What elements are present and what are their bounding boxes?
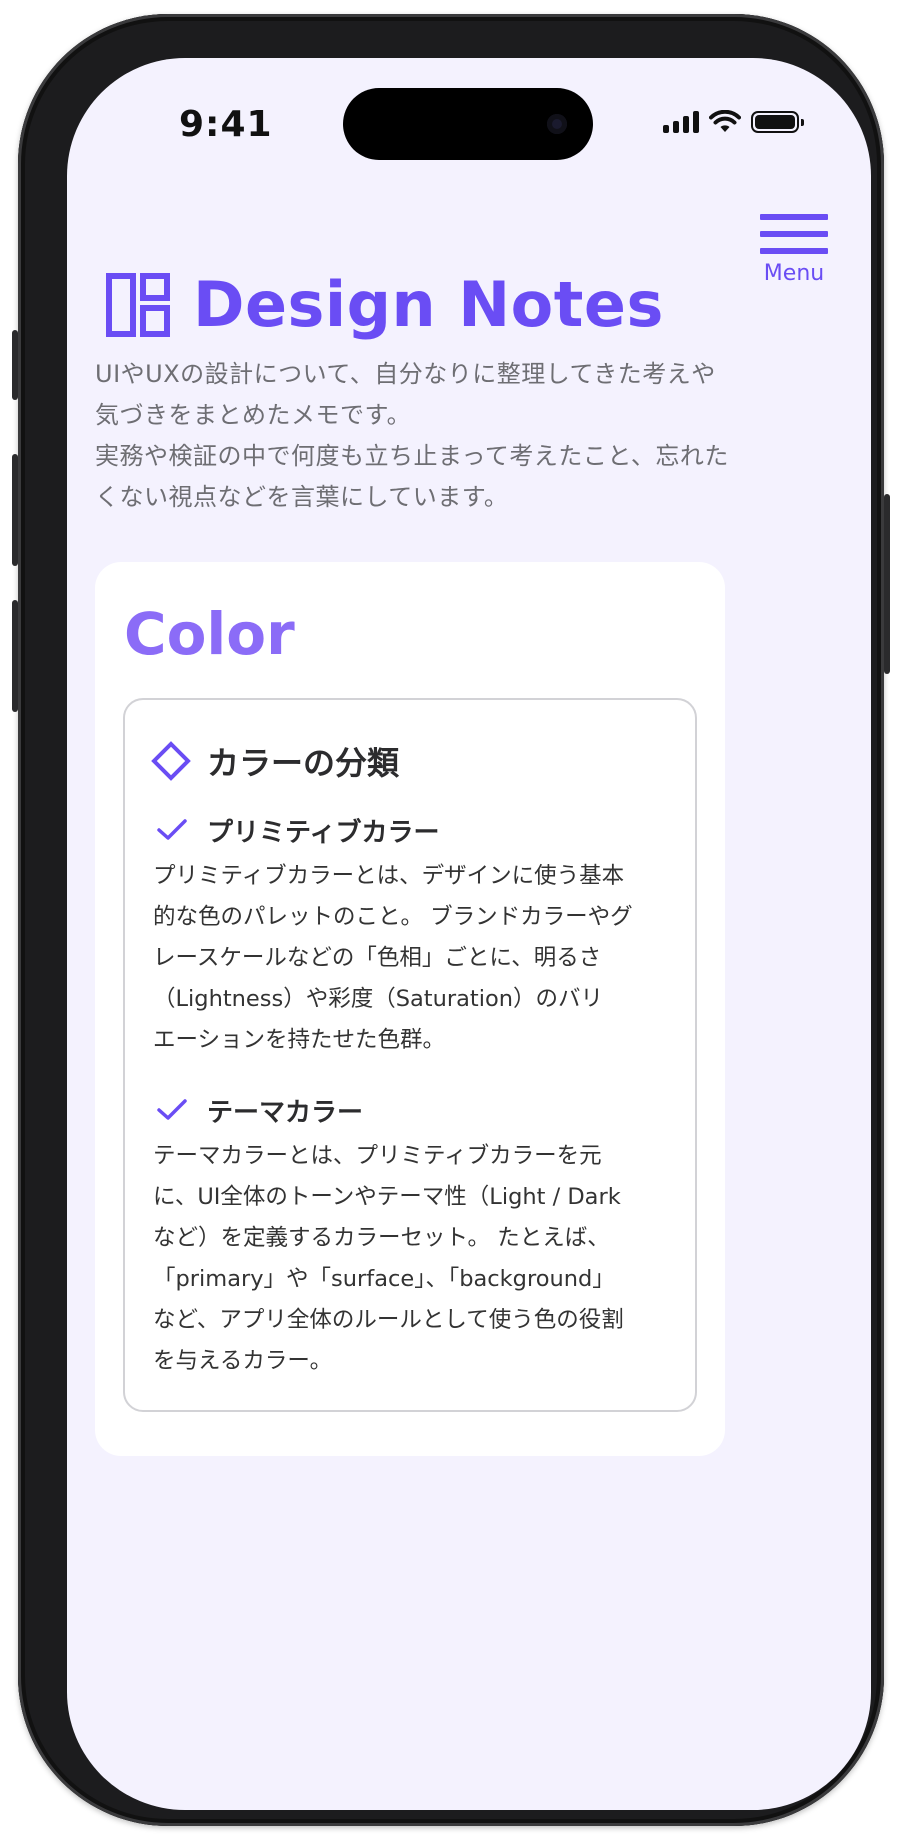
list-item: プリミティブカラー プリミティブカラーとは、デザインに使う基本 的な色のパレット… — [153, 810, 683, 1061]
hamburger-icon — [759, 214, 829, 254]
card-title: カラーの分類 — [207, 744, 400, 782]
wifi-icon — [709, 110, 741, 132]
menu-label: Menu — [763, 261, 825, 286]
list-item: テーマカラー テーマカラーとは、プリミティブカラーを元 に、UI全体のトーンやテ… — [153, 1090, 683, 1382]
section-title: Color — [124, 600, 295, 668]
color-section-card: Color カラーの分類 プリミティブカラー プリミティブカラーとは、デザインに… — [95, 562, 725, 1456]
diamond-icon — [151, 741, 191, 781]
phone-frame: 9:41 Menu Design Notes UIやUXの設計について、自分なり… — [12, 14, 890, 1826]
page-header: Design Notes — [105, 268, 664, 341]
status-time: 9:41 — [179, 104, 273, 145]
item-description: テーマカラーとは、プリミティブカラーを元 に、UI全体のトーンやテーマ性（Lig… — [153, 1143, 624, 1374]
dynamic-island — [343, 88, 593, 160]
cellular-signal-icon — [663, 111, 699, 133]
status-icons — [663, 110, 804, 134]
menu-button[interactable]: Menu — [759, 214, 829, 286]
camera-icon — [547, 114, 567, 134]
status-bar: 9:41 — [67, 58, 871, 188]
battery-icon — [751, 111, 804, 133]
check-icon — [157, 1099, 187, 1120]
item-title: テーマカラー — [207, 1097, 364, 1128]
power-button — [884, 494, 890, 674]
item-title: プリミティブカラー — [207, 817, 440, 848]
check-icon — [157, 819, 187, 840]
color-classification-card: カラーの分類 プリミティブカラー プリミティブカラーとは、デザインに使う基本 的… — [123, 698, 697, 1412]
volume-down-button — [12, 600, 18, 712]
action-button — [12, 330, 18, 400]
intro-text: UIやUXの設計について、自分なりに整理してきた考えや 気づきをまとめたメモです… — [95, 360, 729, 511]
layout-icon — [106, 272, 170, 337]
card-header: カラーの分類 — [151, 738, 399, 784]
screen: 9:41 Menu Design Notes UIやUXの設計について、自分なり… — [67, 58, 871, 1810]
volume-up-button — [12, 454, 18, 566]
item-description: プリミティブカラーとは、デザインに使う基本 的な色のパレットのこと。 ブランドカ… — [153, 863, 633, 1053]
page-title: Design Notes — [193, 268, 664, 341]
